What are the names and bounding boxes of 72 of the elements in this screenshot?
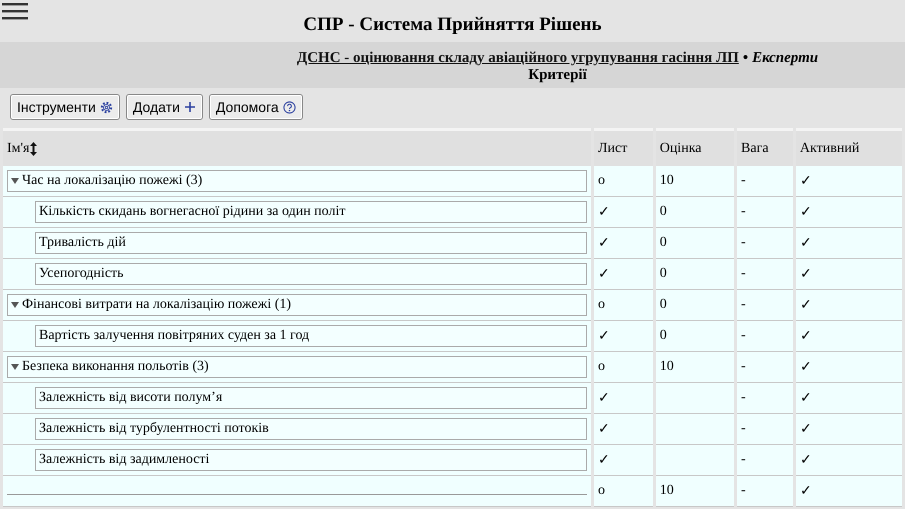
table-cell: - (737, 290, 793, 321)
criterion-row[interactable]: Залежність від задимленості (35, 449, 587, 471)
column-header[interactable]: Активний (796, 128, 902, 166)
table-cell: ✓ (796, 445, 902, 476)
table-cell: - (737, 445, 793, 476)
column-header[interactable]: Ім'я (3, 128, 591, 166)
table-cell: 0 (656, 290, 734, 321)
separator: • (742, 50, 748, 67)
table-cell: ✓ (796, 476, 902, 507)
table-cell: 0 (656, 321, 734, 352)
project-link[interactable]: ДСНС - оцінювання складу авіаційного угрупування гасіння ЛП (296, 50, 739, 67)
table-cell: - (737, 414, 793, 445)
table-cell: ✓ (796, 166, 902, 197)
expand-icon[interactable] (11, 177, 19, 185)
table-cell: - (737, 228, 793, 259)
table-cell: 10 (656, 166, 734, 197)
toolbar-button[interactable]: Додати (126, 94, 203, 120)
table-cell: o (594, 476, 653, 507)
table-cell: - (737, 383, 793, 414)
gear-icon (100, 100, 113, 114)
table-cell: ✓ (796, 321, 902, 352)
column-header[interactable]: Лист (594, 128, 653, 166)
table-cell: ✓ (594, 228, 653, 259)
expand-icon[interactable] (11, 301, 19, 309)
table-cell: o (594, 166, 653, 197)
column-header[interactable]: Оцінка (656, 128, 734, 166)
criterion-row[interactable]: Залежність від висоти полум’я (35, 387, 587, 409)
menu-icon[interactable] (2, 2, 28, 20)
table-cell: 10 (656, 352, 734, 383)
table-cell: ✓ (796, 383, 902, 414)
toolbar-button[interactable]: Допомога (208, 94, 303, 120)
table-cell: - (737, 259, 793, 290)
table-cell: ✓ (796, 414, 902, 445)
table-cell: ✓ (594, 383, 653, 414)
table-cell: ✓ (594, 259, 653, 290)
table-cell: o (594, 352, 653, 383)
criterion-row[interactable]: Усепогодність (35, 263, 587, 285)
expand-icon[interactable] (11, 363, 19, 371)
criterion-row[interactable]: Тривалість дій (35, 232, 587, 254)
table-cell: o (594, 290, 653, 321)
table-cell: - (737, 197, 793, 228)
table-cell: ✓ (796, 352, 902, 383)
table-cell: 0 (656, 259, 734, 290)
table-cell: ✓ (796, 197, 902, 228)
table-cell: 10 (656, 476, 734, 507)
table-cell: ✓ (594, 414, 653, 445)
page-title: Критерії (527, 67, 588, 84)
group-row[interactable]: Фінансові витрати на локалізацію пожежі (1) (7, 294, 587, 316)
help-icon (282, 100, 296, 114)
section-label: Експерти (752, 50, 818, 67)
table-cell: - (737, 352, 793, 383)
criterion-row[interactable]: Вартість залучення повітряних суден за 1 год (35, 325, 587, 347)
table-cell: ✓ (594, 445, 653, 476)
column-header[interactable]: Вага (737, 128, 793, 166)
table-cell: ✓ (796, 259, 902, 290)
table-cell: - (737, 166, 793, 197)
sort-icon (30, 142, 38, 156)
table-cell: 0 (656, 228, 734, 259)
table-cell: - (737, 321, 793, 352)
table-cell: ✓ (796, 228, 902, 259)
app-title: СПР - Система Прийняття Рішень (303, 14, 602, 36)
criterion-row[interactable]: Залежність від турбулентності потоків (35, 418, 587, 440)
table-cell: ✓ (594, 321, 653, 352)
group-row[interactable]: Безпека виконання польотів (3) (7, 356, 587, 378)
table-cell: ✓ (594, 197, 653, 228)
toolbar-button[interactable]: Інструменти (10, 94, 120, 120)
plus-icon (184, 101, 196, 113)
table-cell: ✓ (796, 290, 902, 321)
table-cell: - (737, 476, 793, 507)
group-row[interactable]: Час на локалізацію пожежі (3) (7, 170, 587, 192)
table-cell: 0 (656, 197, 734, 228)
criterion-row[interactable]: Кількість скидань вогнегасної рідини за один політ (35, 201, 587, 223)
